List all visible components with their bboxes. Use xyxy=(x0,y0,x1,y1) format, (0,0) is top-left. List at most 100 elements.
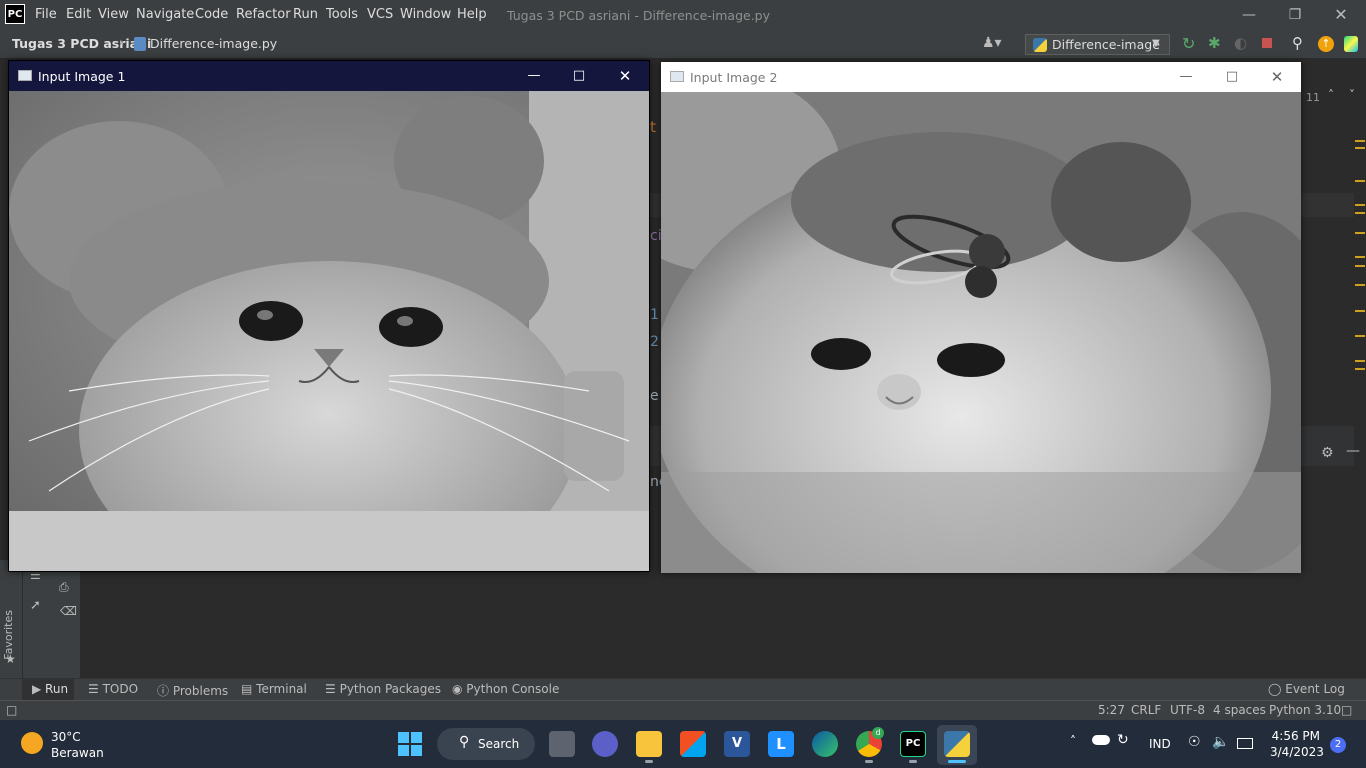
running-indicator xyxy=(645,760,653,763)
minimize-button[interactable]: — xyxy=(1226,0,1272,30)
user-icon[interactable]: ♟▾ xyxy=(982,35,1002,51)
python-interpreter[interactable]: Python 3.10 xyxy=(1269,703,1341,717)
window-title-bar[interactable]: Input Image 2 — □ ✕ xyxy=(661,62,1301,92)
weather-temperature[interactable]: 30°C xyxy=(51,730,81,744)
close-button[interactable]: ✕ xyxy=(1255,62,1299,92)
menu-edit[interactable]: Edit xyxy=(66,7,91,22)
chat-icon[interactable] xyxy=(592,731,618,757)
warning-marker xyxy=(1355,368,1365,370)
navigation-bar: Tugas 3 PCD asriani › Difference-image.p… xyxy=(0,30,1366,59)
language-indicator[interactable]: IND xyxy=(1149,737,1171,751)
indent-setting[interactable]: 4 spaces xyxy=(1213,703,1266,717)
chevron-down-icon: ▼ xyxy=(1152,38,1160,49)
sync-icon[interactable]: ↻ xyxy=(1117,732,1129,748)
lock-icon[interactable]: □ xyxy=(1341,703,1352,717)
input-image-2-window[interactable]: Input Image 2 — □ ✕ xyxy=(661,62,1301,573)
code-fragment: 1 xyxy=(650,307,659,323)
menu-file[interactable]: File xyxy=(35,7,57,22)
close-button[interactable]: ✕ xyxy=(603,61,647,91)
file-encoding[interactable]: UTF-8 xyxy=(1170,703,1205,717)
minimize-button[interactable]: — xyxy=(512,61,556,91)
tab-problems-label: Problems xyxy=(172,684,229,698)
update-icon[interactable]: ↑ xyxy=(1318,36,1334,52)
tab-problems[interactable]: ⓘ Problems xyxy=(157,682,228,699)
notification-badge[interactable]: 2 xyxy=(1330,737,1346,753)
weather-icon[interactable] xyxy=(21,732,43,754)
line-separator[interactable]: CRLF xyxy=(1131,703,1161,717)
python-app-icon[interactable] xyxy=(944,731,970,757)
star-icon: ★ xyxy=(5,652,16,666)
store-icon[interactable] xyxy=(680,731,706,757)
taskbar-search-button[interactable]: ⚲ Search xyxy=(437,728,535,760)
window-title-bar[interactable]: Input Image 1 — □ ✕ xyxy=(9,61,649,91)
menu-navigate[interactable]: Navigate xyxy=(136,7,194,22)
chevron-up-icon[interactable]: ˄ xyxy=(1070,734,1076,748)
input-image-1-window[interactable]: Input Image 1 — □ ✕ xyxy=(8,60,650,572)
file-explorer-icon[interactable] xyxy=(636,731,662,757)
breadcrumb-file[interactable]: Difference-image.py xyxy=(150,36,277,51)
clock-time[interactable]: 4:56 PM xyxy=(1270,729,1320,743)
search-label: Search xyxy=(478,737,520,751)
menu-run[interactable]: Run xyxy=(293,7,318,22)
menu-help[interactable]: Help xyxy=(457,7,487,22)
terminal-icon: ▤ xyxy=(241,682,257,696)
search-icon[interactable]: ⚲ xyxy=(1292,34,1303,52)
maximize-button[interactable]: □ xyxy=(557,61,601,91)
debug-icon[interactable]: ✱ xyxy=(1208,34,1221,52)
rerun-icon[interactable]: ↻ xyxy=(1182,34,1195,53)
print-icon[interactable]: ⎙ xyxy=(59,580,69,595)
menu-vcs[interactable]: VCS xyxy=(367,7,393,22)
trash-icon[interactable]: ⌫ xyxy=(60,604,77,618)
pycharm-icon[interactable]: PC xyxy=(900,731,926,757)
tab-python-console[interactable]: ◉ Python Console xyxy=(452,682,559,696)
menu-tools[interactable]: Tools xyxy=(326,7,358,22)
breadcrumb-project[interactable]: Tugas 3 PCD asriani xyxy=(12,36,151,51)
start-icon[interactable] xyxy=(398,732,422,756)
stop-icon[interactable] xyxy=(1262,38,1272,48)
pycharm-logo-icon: PC xyxy=(5,4,25,24)
menu-code[interactable]: Code xyxy=(195,7,228,22)
warning-marker xyxy=(1355,284,1365,286)
maximize-button[interactable]: □ xyxy=(1210,62,1254,92)
ide-title-bar: PC File Edit View Navigate Code Refactor… xyxy=(0,0,1366,30)
volume-icon[interactable]: 🔈 xyxy=(1212,734,1229,750)
edge-icon[interactable] xyxy=(812,731,838,757)
vscode-word-icon[interactable]: V xyxy=(724,731,750,757)
hide-panel-icon[interactable]: — xyxy=(1346,443,1360,459)
pin-icon[interactable]: ➚ xyxy=(30,598,41,613)
kitten-with-hairclip-image xyxy=(661,92,1301,573)
chevron-up-icon[interactable]: ˄ xyxy=(1328,88,1334,102)
code-fragment: ci xyxy=(650,228,662,244)
weather-description[interactable]: Berawan xyxy=(51,746,104,760)
task-view-icon[interactable] xyxy=(549,731,575,757)
window-title: Tugas 3 PCD asriani - Difference-image.p… xyxy=(507,8,771,23)
clock-date[interactable]: 3/4/2023 xyxy=(1270,745,1324,759)
menu-window[interactable]: Window xyxy=(400,7,451,22)
tab-run[interactable]: ▶ Run xyxy=(32,682,68,696)
warning-marker xyxy=(1355,265,1365,267)
tab-python-packages[interactable]: ☰ Python Packages xyxy=(325,682,441,696)
close-button[interactable]: ✕ xyxy=(1318,0,1364,30)
l-app-icon[interactable]: L xyxy=(768,731,794,757)
cursor-position[interactable]: 5:27 xyxy=(1098,703,1125,717)
battery-icon[interactable] xyxy=(1237,738,1253,749)
panel-toggle-icon[interactable]: □ xyxy=(6,703,17,717)
tab-terminal[interactable]: ▤ Terminal xyxy=(241,682,307,696)
toolbox-icon[interactable] xyxy=(1344,36,1358,52)
tab-todo[interactable]: ☰ TODO xyxy=(88,682,138,696)
minimize-button[interactable]: — xyxy=(1164,62,1208,92)
profile-icon[interactable]: ◐ xyxy=(1234,34,1247,52)
onedrive-icon[interactable] xyxy=(1092,735,1110,745)
gear-icon[interactable]: ⚙ xyxy=(1321,445,1334,461)
menu-refactor[interactable]: Refactor xyxy=(236,7,291,22)
menu-view[interactable]: View xyxy=(98,7,129,22)
warning-marker xyxy=(1355,204,1365,206)
code-fragment: t xyxy=(650,118,656,136)
restore-button[interactable]: ❐ xyxy=(1272,0,1318,30)
window-title: Input Image 2 xyxy=(690,70,778,85)
run-icon: ▶ xyxy=(32,682,46,696)
event-log-label: Event Log xyxy=(1285,682,1345,696)
chrome-profile-badge: d xyxy=(872,727,884,739)
globe-icon[interactable]: ☉ xyxy=(1188,734,1201,750)
event-log-button[interactable]: ◯ Event Log xyxy=(1268,682,1345,696)
